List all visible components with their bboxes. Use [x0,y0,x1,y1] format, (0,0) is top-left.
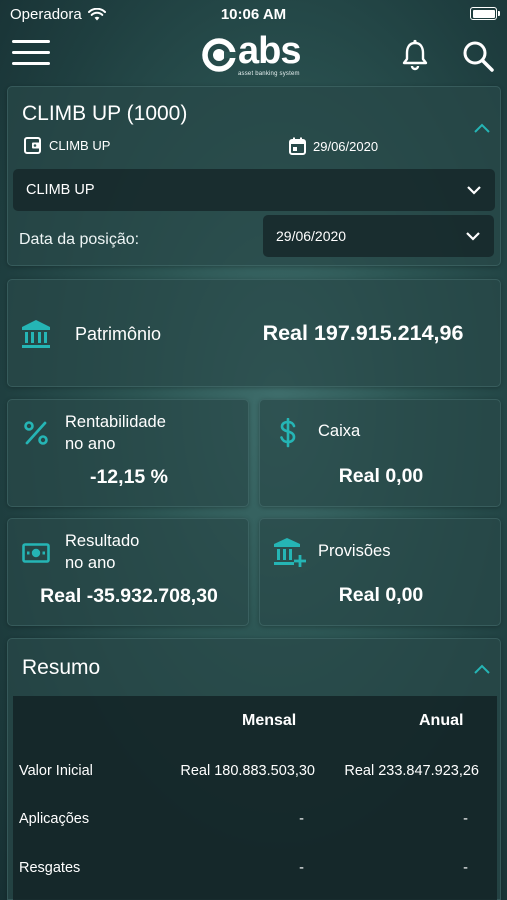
position-date-value: 29/06/2020 [276,228,347,244]
fund-selector-card: CLIMB UP (1000) CLIMB UP 29/06/2020 CLIM… [7,86,501,266]
cell-resgates-mensal: - [299,860,304,876]
patrimonio-label: Patrimônio [75,324,162,344]
position-date-label: Data da posição: [19,231,140,248]
row-label-valor-inicial: Valor Inicial [19,763,93,779]
bank-icon [22,320,50,348]
notifications-button[interactable] [398,38,432,72]
caixa-value: Real 0,00 [338,465,424,487]
wallet-icon [24,137,41,154]
chevron-down-icon [467,186,481,195]
resultado-value: Real -35.932.708,30 [40,585,218,607]
provisoes-card[interactable]: Provisões Real 0,00 [259,518,501,626]
resultado-card[interactable]: Resultado no ano Real -35.932.708,30 [7,518,249,626]
logo-text: abs [238,30,301,72]
patrimonio-value: Real 197.915.214,96 [262,321,464,345]
chevron-up-icon[interactable] [474,123,490,133]
fund-title: CLIMB UP (1000) [22,102,188,125]
rentabilidade-label: Rentabilidade no ano [65,413,166,453]
provisoes-label: Provisões [318,542,391,560]
column-header-anual: Anual [419,712,464,729]
bell-icon [402,39,428,71]
caixa-label: Caixa [318,422,361,440]
chevron-up-icon[interactable] [474,664,490,674]
abs-logo: abs asset banking system [202,30,312,80]
row-label-aplicacoes: Aplicações [19,811,90,827]
summary-table: Mensal Anual Valor Inicial Real 180.883.… [13,696,497,900]
logo-mark-icon [202,38,236,72]
percent-icon [24,421,48,445]
dollar-icon [280,418,296,448]
search-icon [463,41,494,72]
calendar-icon [289,137,306,155]
resultado-label: Resultado no ano [65,532,140,572]
wallet-label: CLIMB UP [49,138,111,153]
cell-valor-inicial-anual: Real 233.847.923,26 [344,763,479,779]
column-header-mensal: Mensal [242,712,297,729]
fund-wallet: CLIMB UP [24,137,110,154]
cell-aplicacoes-anual: - [463,811,468,827]
fund-dropdown[interactable]: CLIMB UP [13,169,495,211]
rentabilidade-card[interactable]: Rentabilidade no ano -12,15 % [7,399,249,507]
logo-subtitle: asset banking system [238,71,300,77]
cell-resgates-anual: - [463,860,468,876]
search-button[interactable] [460,38,496,74]
money-icon [22,543,50,563]
status-bar: Operadora 10:06 AM [0,0,507,28]
chevron-down-icon [466,232,480,241]
cell-valor-inicial-mensal: Real 180.883.503,30 [180,763,315,779]
caixa-card[interactable]: Caixa Real 0,00 [259,399,501,507]
summary-card: Resumo Mensal Anual Valor Inicial Real 1… [7,638,501,900]
fund-date: 29/06/2020 [289,137,378,155]
battery-icon [470,7,500,20]
patrimonio-card[interactable]: Patrimônio Real 197.915.214,96 [7,279,501,387]
date-label: 29/06/2020 [313,138,379,154]
provisions-icon [274,538,306,567]
fund-dropdown-value: CLIMB UP [26,182,95,198]
cell-aplicacoes-mensal: - [299,811,304,827]
rentabilidade-value: -12,15 % [89,466,169,488]
summary-title: Resumo [22,656,101,679]
top-navigation: abs asset banking system [0,28,507,80]
provisoes-value: Real 0,00 [338,584,424,606]
row-label-resgates: Resgates [19,860,81,876]
status-time: 10:06 AM [220,6,287,23]
position-date-dropdown[interactable]: 29/06/2020 [263,215,494,257]
menu-icon[interactable] [12,40,50,70]
